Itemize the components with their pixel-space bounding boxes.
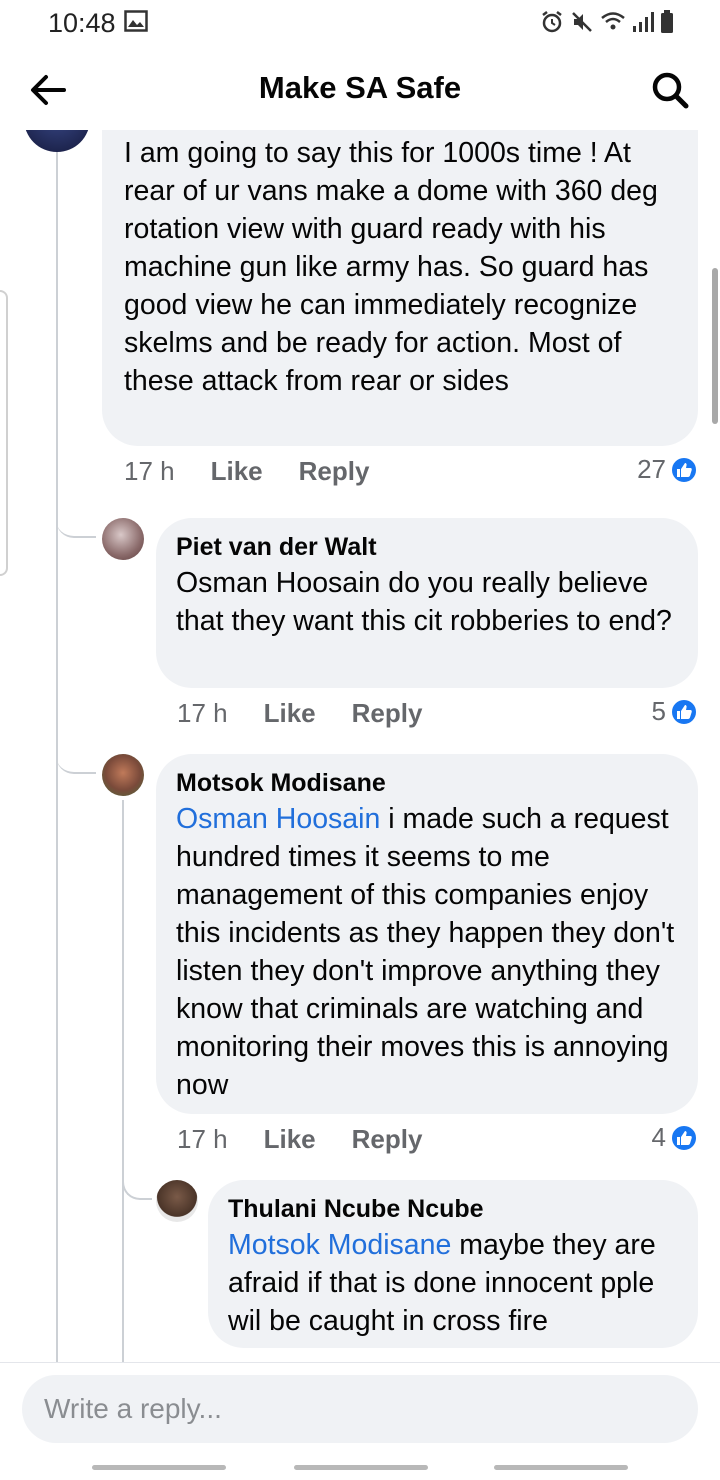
thread-connector (56, 732, 96, 774)
nav-bar-hint (494, 1465, 628, 1470)
mute-icon (570, 10, 594, 39)
thumbs-up-icon (670, 697, 698, 726)
comment-thread[interactable]: I am going to say this for 1000s time ! … (0, 130, 720, 1362)
like-button[interactable]: Like (264, 698, 316, 729)
gallery-notification-icon (124, 10, 148, 37)
status-bar: 10:48 (0, 0, 720, 48)
page-title: Make SA Safe (258, 70, 462, 105)
comment-time: 17 h (177, 698, 228, 728)
battery-icon (660, 10, 674, 39)
comment-text: Osman Hoosain i made such a request hund… (176, 800, 678, 1104)
reply-button[interactable]: Reply (352, 698, 423, 729)
thread-connector (56, 500, 96, 538)
comment-text: Osman Hoosain do you really believe that… (176, 567, 672, 637)
reaction-count[interactable]: 4 (652, 1122, 698, 1153)
nav-bar-hint (294, 1465, 428, 1470)
status-time: 10:48 (48, 8, 116, 38)
mention-link[interactable]: Osman Hoosain (176, 803, 380, 835)
wifi-icon (600, 10, 626, 39)
avatar[interactable] (102, 754, 144, 796)
mention-link[interactable]: Motsok Modisane (228, 1229, 451, 1261)
avatar[interactable] (102, 518, 144, 560)
like-button[interactable]: Like (264, 1124, 316, 1155)
comment-time: 17 h (177, 1124, 228, 1154)
comment-time: 17 h (124, 456, 175, 486)
comment-bubble[interactable]: I am going to say this for 1000s time ! … (102, 130, 698, 446)
comment-author[interactable]: Thulani Ncube Ncube (228, 1192, 678, 1226)
reply-bubble[interactable]: Thulani Ncube Ncube Motsok Modisane mayb… (208, 1180, 698, 1348)
like-button[interactable]: Like (211, 456, 263, 487)
reply-button[interactable]: Reply (299, 456, 370, 487)
status-icons (540, 10, 674, 39)
comment-actions: 17 h Like Reply (177, 1124, 458, 1155)
avatar[interactable] (156, 1180, 198, 1222)
comment-body: i made such a request hundred times it s… (176, 803, 675, 1101)
search-icon (652, 72, 689, 109)
reaction-count[interactable]: 5 (652, 696, 698, 727)
reaction-number: 4 (651, 1122, 666, 1152)
thread-line (122, 800, 124, 1362)
comment-text: Motsok Modisane maybe they are afraid if… (228, 1226, 678, 1340)
reply-input[interactable]: Write a reply... (22, 1375, 698, 1443)
comment-actions: 17 h Like Reply (177, 698, 458, 729)
thread-connector (122, 1160, 152, 1200)
scrollbar-thumb[interactable] (712, 268, 718, 424)
reply-composer: Write a reply... (0, 1362, 720, 1480)
reply-bubble[interactable]: Piet van der Walt Osman Hoosain do you r… (156, 518, 698, 688)
reaction-number: 27 (637, 454, 666, 484)
comment-actions: 17 h Like Reply (124, 456, 405, 487)
avatar[interactable] (24, 130, 90, 152)
alarm-icon (540, 10, 564, 39)
thumbs-up-icon (670, 455, 698, 484)
reply-bubble[interactable]: Motsok Modisane Osman Hoosain i made suc… (156, 754, 698, 1114)
nav-bar-hint (92, 1465, 226, 1470)
reaction-count[interactable]: 27 (637, 454, 698, 485)
thumbs-up-icon (670, 1123, 698, 1152)
comment-author[interactable]: Piet van der Walt (176, 530, 678, 564)
reaction-number: 5 (651, 696, 666, 726)
reply-button[interactable]: Reply (352, 1124, 423, 1155)
signal-icon (632, 10, 654, 39)
search-button[interactable] (648, 68, 692, 112)
app-bar: Make SA Safe (0, 48, 720, 130)
comment-author[interactable]: Motsok Modisane (176, 766, 678, 800)
comment-text: I am going to say this for 1000s time ! … (124, 137, 658, 397)
